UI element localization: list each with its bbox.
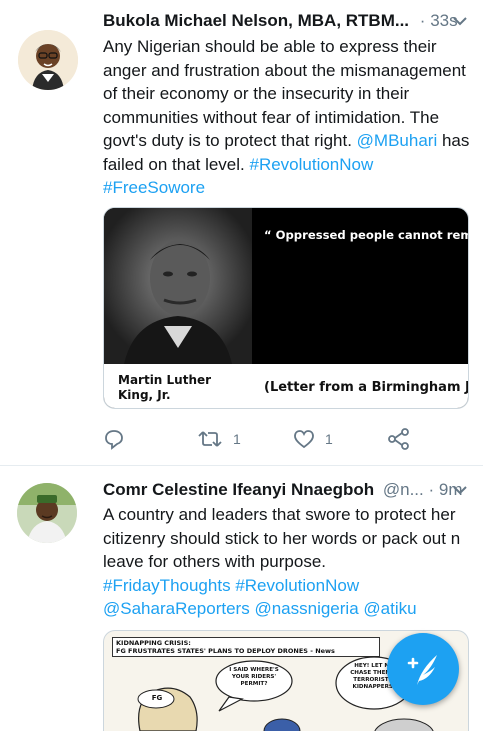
reply-icon [105, 430, 123, 450]
avatar[interactable] [17, 483, 77, 543]
tweet-actions: 1 1 [103, 424, 423, 454]
like-button[interactable]: 1 [293, 424, 333, 454]
display-name[interactable]: Comr Celestine Ifeanyi Nnaegboh [103, 480, 374, 499]
tweet-header: Comr Celestine Ifeanyi Nnaegboh @n... · … [103, 478, 483, 502]
quote-source: (Letter from a Birmingham Jail) [264, 380, 468, 395]
quote-author: Martin Luther King, Jr. [118, 373, 212, 402]
compose-tweet-icon [407, 655, 437, 685]
quote-text: “ Oppressed people cannot remain oppress… [264, 228, 468, 242]
chevron-down-icon[interactable] [453, 478, 467, 502]
mention-link[interactable]: @nassnigeria [254, 599, 358, 618]
share-icon [388, 428, 409, 450]
tweet-header: Bukola Michael Nelson, MBA, RTBM... · 33… [103, 9, 483, 33]
hashtag-link[interactable]: #FreeSowore [103, 178, 205, 197]
separator-dot: · [428, 480, 435, 499]
mention-link[interactable]: @atiku [363, 599, 416, 618]
retweet-count: 1 [233, 431, 241, 447]
tweet-text: Any Nigerian should be able to express t… [103, 35, 473, 200]
hashtag-link[interactable]: #RevolutionNow [235, 576, 359, 595]
quote-image-card[interactable]: “ Oppressed people cannot remain oppress… [103, 207, 469, 409]
retweet-icon [198, 431, 222, 447]
share-button[interactable] [387, 424, 411, 454]
tweet-1[interactable]: Bukola Michael Nelson, MBA, RTBM... · 33… [0, 0, 483, 460]
chevron-down-icon[interactable] [453, 9, 467, 33]
mention-link[interactable]: @MBuhari [357, 131, 438, 150]
mlk-portrait [104, 208, 252, 364]
compose-tweet-button[interactable] [387, 633, 459, 705]
mention-link[interactable]: @SaharaReporters [103, 599, 250, 618]
tweet-text: A country and leaders that swore to prot… [103, 503, 473, 621]
reply-button[interactable] [103, 424, 125, 454]
display-name[interactable]: Bukola Michael Nelson, MBA, RTBM... [103, 11, 409, 30]
retweet-button[interactable]: 1 [197, 424, 241, 454]
cartoon-label: FG [151, 694, 163, 702]
cartoon-bubble-1: I SAID WHERE'S YOUR RIDERS' PERMIT? [229, 667, 279, 687]
like-icon [294, 430, 314, 449]
tweet-text-part: A country and leaders that swore to prot… [103, 505, 461, 571]
avatar[interactable] [18, 30, 78, 90]
separator-dot: · [419, 11, 426, 30]
user-handle[interactable]: @n... [383, 480, 424, 499]
hashtag-link[interactable]: #RevolutionNow [249, 155, 373, 174]
like-count: 1 [325, 431, 333, 447]
hashtag-link[interactable]: #FridayThoughts [103, 576, 231, 595]
